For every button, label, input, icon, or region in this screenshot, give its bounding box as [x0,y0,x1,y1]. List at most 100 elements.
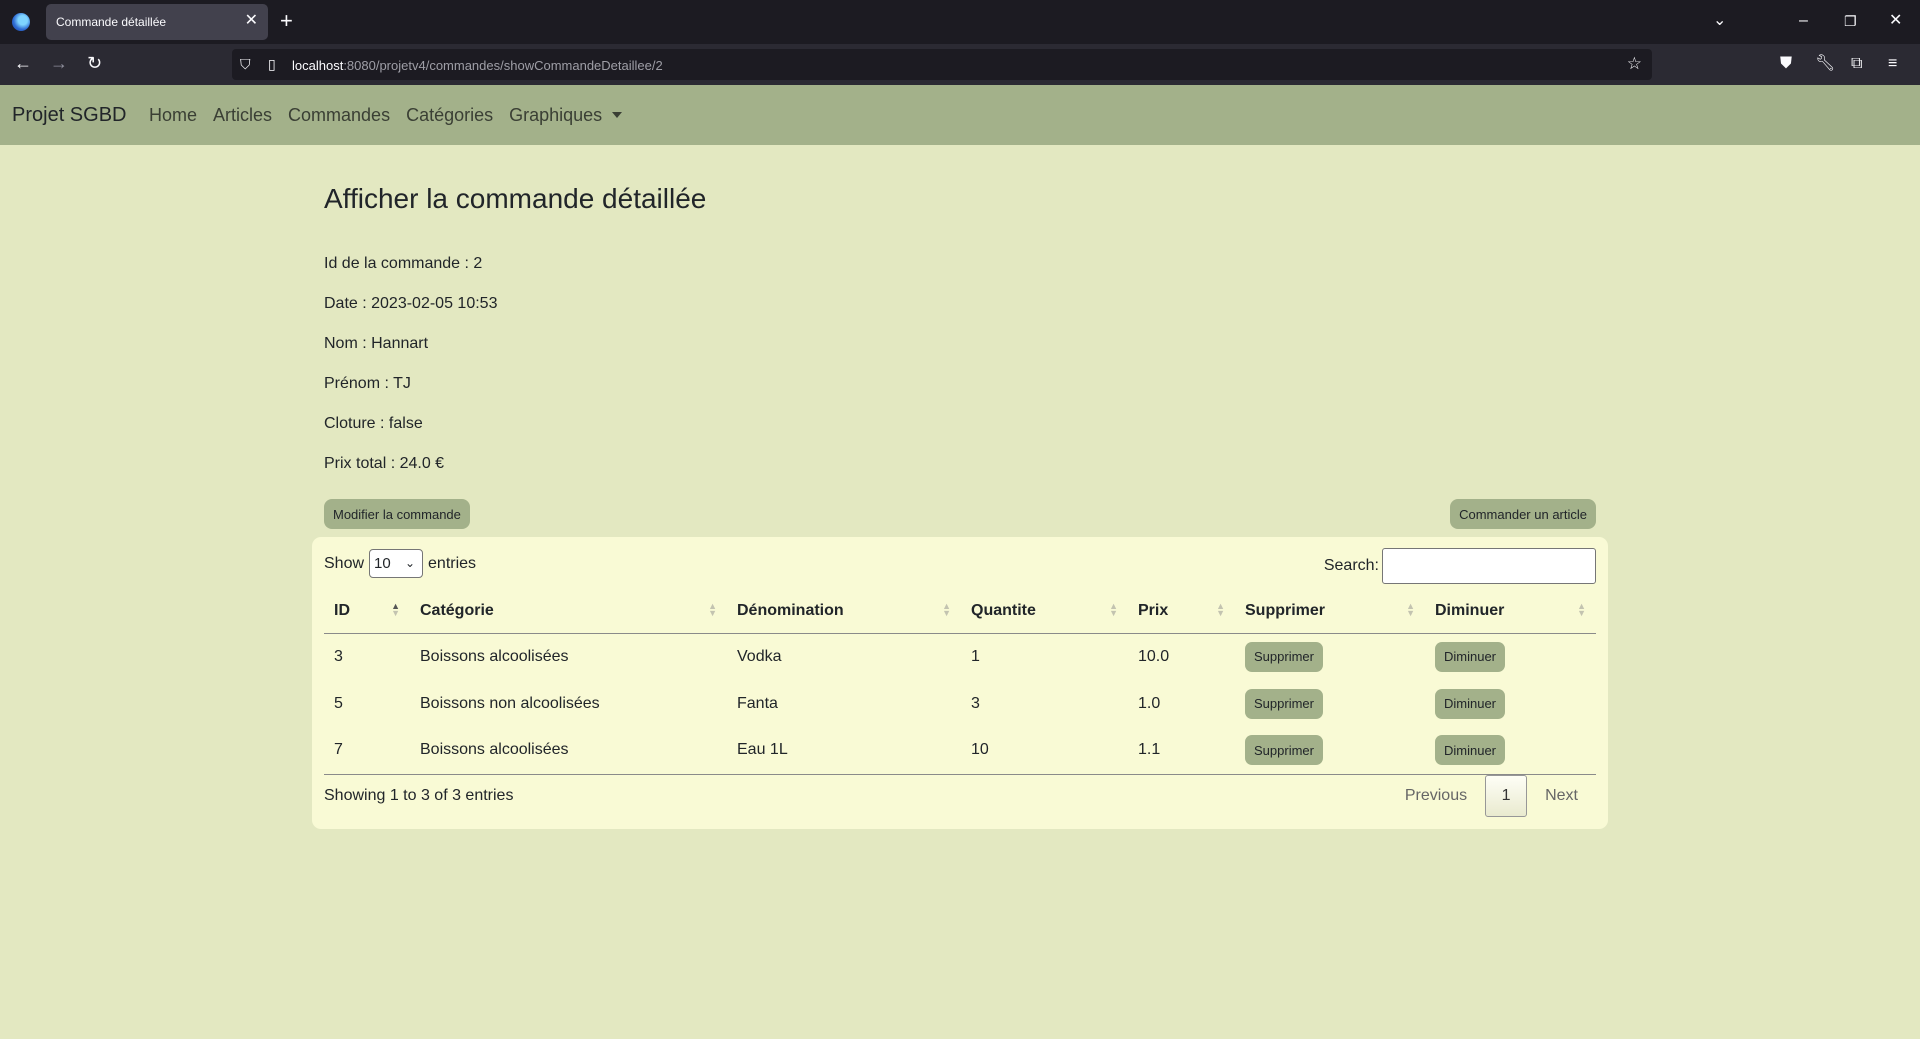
nav-dropdown-graphiques[interactable]: Graphiques [509,105,623,126]
nav-link-commandes[interactable]: Commandes [288,105,390,126]
forward-icon[interactable]: → [50,53,68,73]
cell-diminuer: Diminuer [1425,727,1596,775]
cell-id: 3 [334,647,343,665]
navbar-brand[interactable]: Projet SGBD [12,104,126,127]
order-firstname: Prénom : TJ [324,375,411,392]
wrench-icon[interactable]: 🔧︎ [1815,54,1835,74]
cell-id: 7 [324,727,410,775]
column-header-diminuer[interactable]: Diminuer ▲ ▼ [1425,589,1596,634]
sort-icon: ▲ ▼ [708,601,717,618]
page-button-current[interactable]: 1 [1485,775,1528,817]
cell-quantite: 1 [971,647,980,665]
close-window-icon[interactable]: ✕ [1889,11,1902,31]
browser-toolbar: ← → ↻ ⛉ ▯ localhost:8080/projetv4/comman… [0,44,1920,85]
order-total-price: Prix total : 24.0 € [324,455,445,472]
back-icon[interactable]: ← [14,53,32,73]
sort-icon: ▲ ▼ [1109,601,1118,618]
nav-link-categories[interactable]: Catégories [406,105,493,126]
address-bar[interactable]: ⛉ ▯ localhost:8080/projetv4/commandes/sh… [232,49,1652,80]
header-label: Diminuer [1435,601,1505,619]
menu-icon[interactable]: ≡ [1888,54,1897,74]
cell-supprimer: Supprimer [1235,633,1425,680]
header-label: ID [334,601,350,619]
cell-prix: 1.1 [1128,727,1235,775]
browser-tab-bar: Commande détaillée ✕ + ⌄ – ❐ ✕ [0,0,1920,44]
shield-icon[interactable]: ⛉ [240,56,251,72]
delete-button[interactable]: Supprimer [1245,735,1323,766]
delete-button[interactable]: Supprimer [1245,641,1323,672]
previous-page-button[interactable]: Previous [1387,787,1485,805]
page-length-value: 10 [374,555,391,572]
order-id: Id de la commande : 2 [324,255,483,272]
new-tab-icon[interactable]: + [280,9,293,33]
nav-link-graphiques: Graphiques [509,105,603,125]
nav-link-articles[interactable]: Articles [213,105,272,126]
header-label: Supprimer [1245,601,1326,619]
order-date: Date : 2023-02-05 10:53 [324,295,498,312]
cell-categorie: Boissons alcoolisées [420,647,569,665]
reload-icon[interactable]: ↻ [87,53,102,73]
header-label: Dénomination [737,601,844,619]
close-tab-icon[interactable]: ✕ [245,12,258,30]
url-host: localhost [292,58,344,73]
decrease-button[interactable]: Diminuer [1435,641,1506,672]
decrease-button[interactable]: Diminuer [1435,735,1506,766]
column-header-categorie[interactable]: Catégorie ▲ ▼ [410,589,727,634]
cell-prix: 10.0 [1138,647,1170,665]
minimize-icon[interactable]: – [1799,11,1808,31]
delete-button[interactable]: Supprimer [1245,688,1323,719]
nav-links: Home Articles Commandes Catégories Graph… [149,105,638,126]
tab-title: Commande détaillée [56,15,167,29]
page-length-select[interactable]: 10 ⌄ [369,549,424,578]
header-label: Quantite [971,601,1036,619]
next-page-button[interactable]: Next [1527,787,1596,805]
entries-label: entries [428,554,477,572]
bookmark-star-icon[interactable]: ☆ [1627,54,1642,74]
url-text[interactable]: localhost:8080/projetv4/commandes/showCo… [292,58,663,73]
order-article-button[interactable]: Commander un article [1450,499,1596,529]
show-label: Show [324,554,365,572]
cell-id: 5 [334,694,343,712]
decrease-button[interactable]: Diminuer [1435,688,1506,719]
table-header-row: ID ▲ ▼ Catégorie ▲ ▼ Dénomination ▲ ▼ Quantite… [324,589,1596,634]
nav-link-home[interactable]: Home [149,105,197,126]
cell-supprimer: Supprimer [1235,680,1425,727]
column-header-prix[interactable]: Prix ▲ ▼ [1128,589,1235,634]
search-control: Search: [1324,548,1596,584]
column-header-supprimer[interactable]: Supprimer ▲ ▼ [1235,589,1425,634]
page-title: Afficher la commande détaillée [324,183,707,214]
column-header-denomination[interactable]: Dénomination ▲ ▼ [727,589,961,634]
page-length-control: Show 10 ⌄ entries [324,549,476,578]
tab-list-chevron-icon[interactable]: ⌄ [1713,11,1726,31]
column-header-id[interactable]: ID ▲ ▼ [324,589,410,634]
browser-tab[interactable]: Commande détaillée ✕ [46,4,268,40]
modify-order-button[interactable]: Modifier la commande [324,499,470,529]
column-header-quantite[interactable]: Quantite ▲ ▼ [961,589,1128,634]
order-lastname: Nom : Hannart [324,335,429,352]
datatable-panel: Show 10 ⌄ entries Search: ID ▲ ▼ Catégorie… [312,537,1608,829]
caret-down-icon [612,112,623,118]
cell-denomination: Vodka [737,647,782,665]
cell-supprimer: Supprimer [1235,727,1425,775]
extensions-icon[interactable]: ⧉ [1851,54,1862,74]
table-row: 7 Boissons alcoolisées Eau 1L 10 1.1 Sup… [324,727,1596,775]
pagination: Previous 1 Next [1387,775,1596,817]
cell-categorie: Boissons alcoolisées [410,727,727,775]
cell-quantite: 3 [971,694,980,712]
cell-denomination: Fanta [737,694,778,712]
header-label: Catégorie [420,601,494,619]
cell-quantite: 10 [961,727,1128,775]
header-label: Prix [1138,601,1169,619]
cell-denomination: Eau 1L [727,727,961,775]
app-navbar: Projet SGBD Home Articles Commandes Caté… [0,85,1920,145]
pocket-icon[interactable]: ⛊ [1780,54,1792,74]
sort-icon: ▲ ▼ [1406,601,1415,618]
sort-icon: ▲ ▼ [1577,601,1586,618]
table-row: 3 Boissons alcoolisées Vodka 1 10.0 Supp… [324,633,1596,680]
restore-icon[interactable]: ❐ [1844,11,1857,31]
page-info-icon[interactable]: ▯ [268,56,276,72]
cell-diminuer: Diminuer [1425,680,1596,727]
sort-asc-icon: ▲ ▼ [391,601,400,618]
search-input[interactable] [1382,548,1596,584]
firefox-icon[interactable] [12,13,30,31]
